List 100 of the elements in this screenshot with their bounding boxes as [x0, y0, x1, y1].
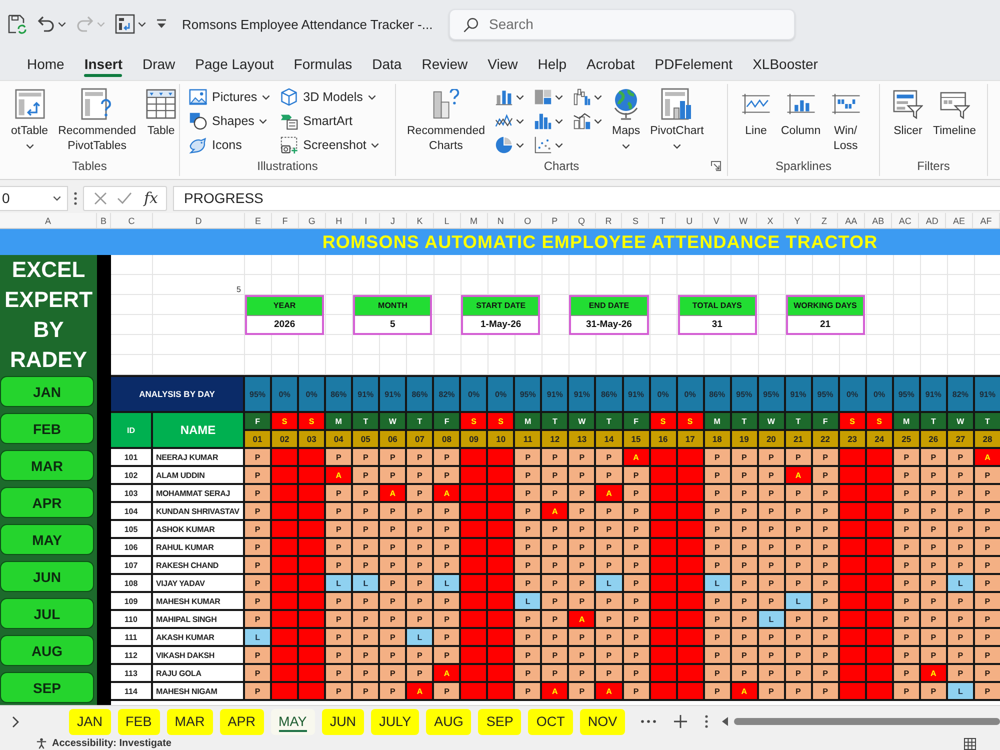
letter-header[interactable]: A	[0, 213, 97, 228]
ribbon-tab[interactable]: Data	[362, 48, 412, 80]
insert-function-button[interactable]: fx	[142, 189, 160, 207]
name-box[interactable]: 0	[0, 186, 68, 210]
scroll-arrow-icon[interactable]	[722, 717, 728, 726]
sheet-tab[interactable]: JUN	[322, 708, 364, 734]
ribbon-button[interactable]: Win/ Loss	[828, 84, 864, 156]
letter-header[interactable]: C	[111, 213, 153, 228]
vertical-dots-icon[interactable]	[74, 192, 77, 204]
letter-header[interactable]: AE	[946, 213, 974, 228]
letter-header[interactable]: AC	[892, 213, 920, 228]
check-icon[interactable]	[117, 192, 132, 204]
letter-header[interactable]: J	[380, 213, 407, 228]
month-button[interactable]: MAY	[0, 524, 94, 555]
letter-header[interactable]: F	[272, 213, 299, 228]
month-button[interactable]: JUN	[0, 561, 94, 592]
grid-view-icon[interactable]	[964, 738, 976, 750]
letter-header[interactable]: V	[703, 213, 730, 228]
ribbon-tab[interactable]: View	[478, 48, 528, 80]
month-button[interactable]: JUL	[0, 598, 94, 629]
ribbon-tab[interactable]: Insert	[74, 48, 132, 80]
letter-header[interactable]: B	[97, 213, 111, 228]
letter-header[interactable]: P	[542, 213, 569, 228]
ribbon-tab[interactable]: Review	[412, 48, 478, 80]
sheet-tab[interactable]: JULY	[371, 708, 420, 734]
letter-header[interactable]: S	[622, 213, 650, 228]
letter-header[interactable]: Z	[811, 213, 838, 228]
sheet-tab[interactable]: FEB	[118, 708, 160, 734]
sheet-tab[interactable]: OCT	[528, 708, 573, 734]
dialog-launcher-icon[interactable]	[711, 161, 721, 171]
ribbon-button[interactable]: Screenshot	[277, 133, 382, 157]
formula-input[interactable]: PROGRESS	[173, 186, 1000, 210]
letter-header[interactable]: K	[406, 213, 434, 228]
letter-header[interactable]: D	[153, 213, 245, 228]
letter-header[interactable]: W	[730, 213, 758, 228]
month-button[interactable]: JAN	[0, 376, 94, 407]
letter-header[interactable]: AA	[838, 213, 866, 228]
sheet-tab[interactable]: MAY	[270, 708, 315, 734]
letter-header[interactable]: AD	[919, 213, 946, 228]
sheet-tab[interactable]: SEP	[478, 708, 522, 734]
sheet-tab[interactable]: MAR	[166, 708, 213, 734]
ribbon-button[interactable]: Pictures	[186, 85, 274, 109]
vertical-dots-icon[interactable]	[705, 715, 708, 728]
month-button[interactable]: APR	[0, 487, 94, 518]
close-icon[interactable]	[94, 192, 107, 204]
ribbon-tab[interactable]: Home	[17, 48, 74, 80]
letter-header[interactable]: R	[596, 213, 622, 228]
attendance-cell	[840, 485, 865, 501]
ribbon-button[interactable]: Recommended PivotTables	[55, 84, 140, 156]
sheet-tab[interactable]: JAN	[69, 708, 111, 734]
scrollbar-thumb[interactable]	[734, 718, 1000, 725]
letter-header[interactable]: E	[245, 213, 272, 228]
sheet-tab[interactable]: APR	[220, 708, 264, 734]
letter-header[interactable]: O	[514, 213, 542, 228]
ribbon-tab[interactable]: XLBooster	[742, 48, 828, 80]
ribbon-button[interactable]: Maps	[608, 84, 644, 156]
ribbon-tab[interactable]: Help	[528, 48, 577, 80]
ribbon-button[interactable]: 3D Models	[277, 85, 382, 109]
letter-header[interactable]: U	[676, 213, 704, 228]
letter-header[interactable]: Y	[784, 213, 812, 228]
accessibility-icon[interactable]	[36, 738, 47, 749]
ribbon-button[interactable]: PivotChart	[647, 84, 707, 156]
month-button[interactable]: MAR	[0, 450, 94, 481]
add-icon[interactable]	[674, 715, 688, 728]
letter-header[interactable]: L	[434, 213, 461, 228]
attendance-cell: P	[786, 485, 811, 501]
letter-header[interactable]: I	[352, 213, 380, 228]
letter-header[interactable]: G	[298, 213, 326, 228]
ribbon-tab[interactable]: Draw	[132, 48, 186, 80]
letter-header[interactable]: Q	[568, 213, 596, 228]
letter-header[interactable]: N	[488, 213, 515, 228]
ribbon-button[interactable]: Column	[778, 84, 824, 156]
ribbon-button[interactable]: Shapes	[186, 109, 274, 133]
ribbon-tab[interactable]: Acrobat	[576, 48, 645, 80]
ribbon-tab[interactable]: Formulas	[284, 48, 362, 80]
chevron-right-icon[interactable]	[12, 716, 19, 728]
sheet-tab[interactable]: NOV	[580, 708, 626, 734]
letter-header[interactable]: M	[460, 213, 488, 228]
ribbon-button[interactable]: Slicer	[890, 84, 926, 156]
month-button[interactable]: FEB	[0, 413, 94, 444]
accessibility-status[interactable]: Accessibility: Investigate	[52, 737, 172, 750]
month-button[interactable]: SEP	[0, 672, 94, 703]
ribbon-button[interactable]: Icons	[186, 133, 274, 157]
ribbon-button[interactable]: Timeline	[930, 84, 980, 156]
ribbon-button[interactable]: Line	[738, 84, 774, 156]
sheet-tab[interactable]: AUG	[426, 708, 472, 734]
letter-header[interactable]: X	[757, 213, 784, 228]
ribbon-tab[interactable]: PDFelement	[644, 48, 743, 80]
search-field[interactable]: Search	[449, 8, 795, 40]
month-button[interactable]: AUG	[0, 635, 94, 666]
more-icon[interactable]	[641, 720, 656, 723]
letter-header[interactable]: H	[326, 213, 353, 228]
ribbon-button[interactable]: otTable	[8, 84, 52, 156]
letter-header[interactable]: AF	[973, 213, 1000, 228]
ribbon-tab[interactable]: Page Layout	[185, 48, 284, 80]
ribbon-button[interactable]: Recommended Charts	[404, 84, 488, 156]
ribbon-button[interactable]: Table	[143, 84, 179, 156]
letter-header[interactable]: AB	[865, 213, 892, 228]
ribbon-button[interactable]: SmartArt	[277, 109, 382, 133]
letter-header[interactable]: T	[649, 213, 676, 228]
